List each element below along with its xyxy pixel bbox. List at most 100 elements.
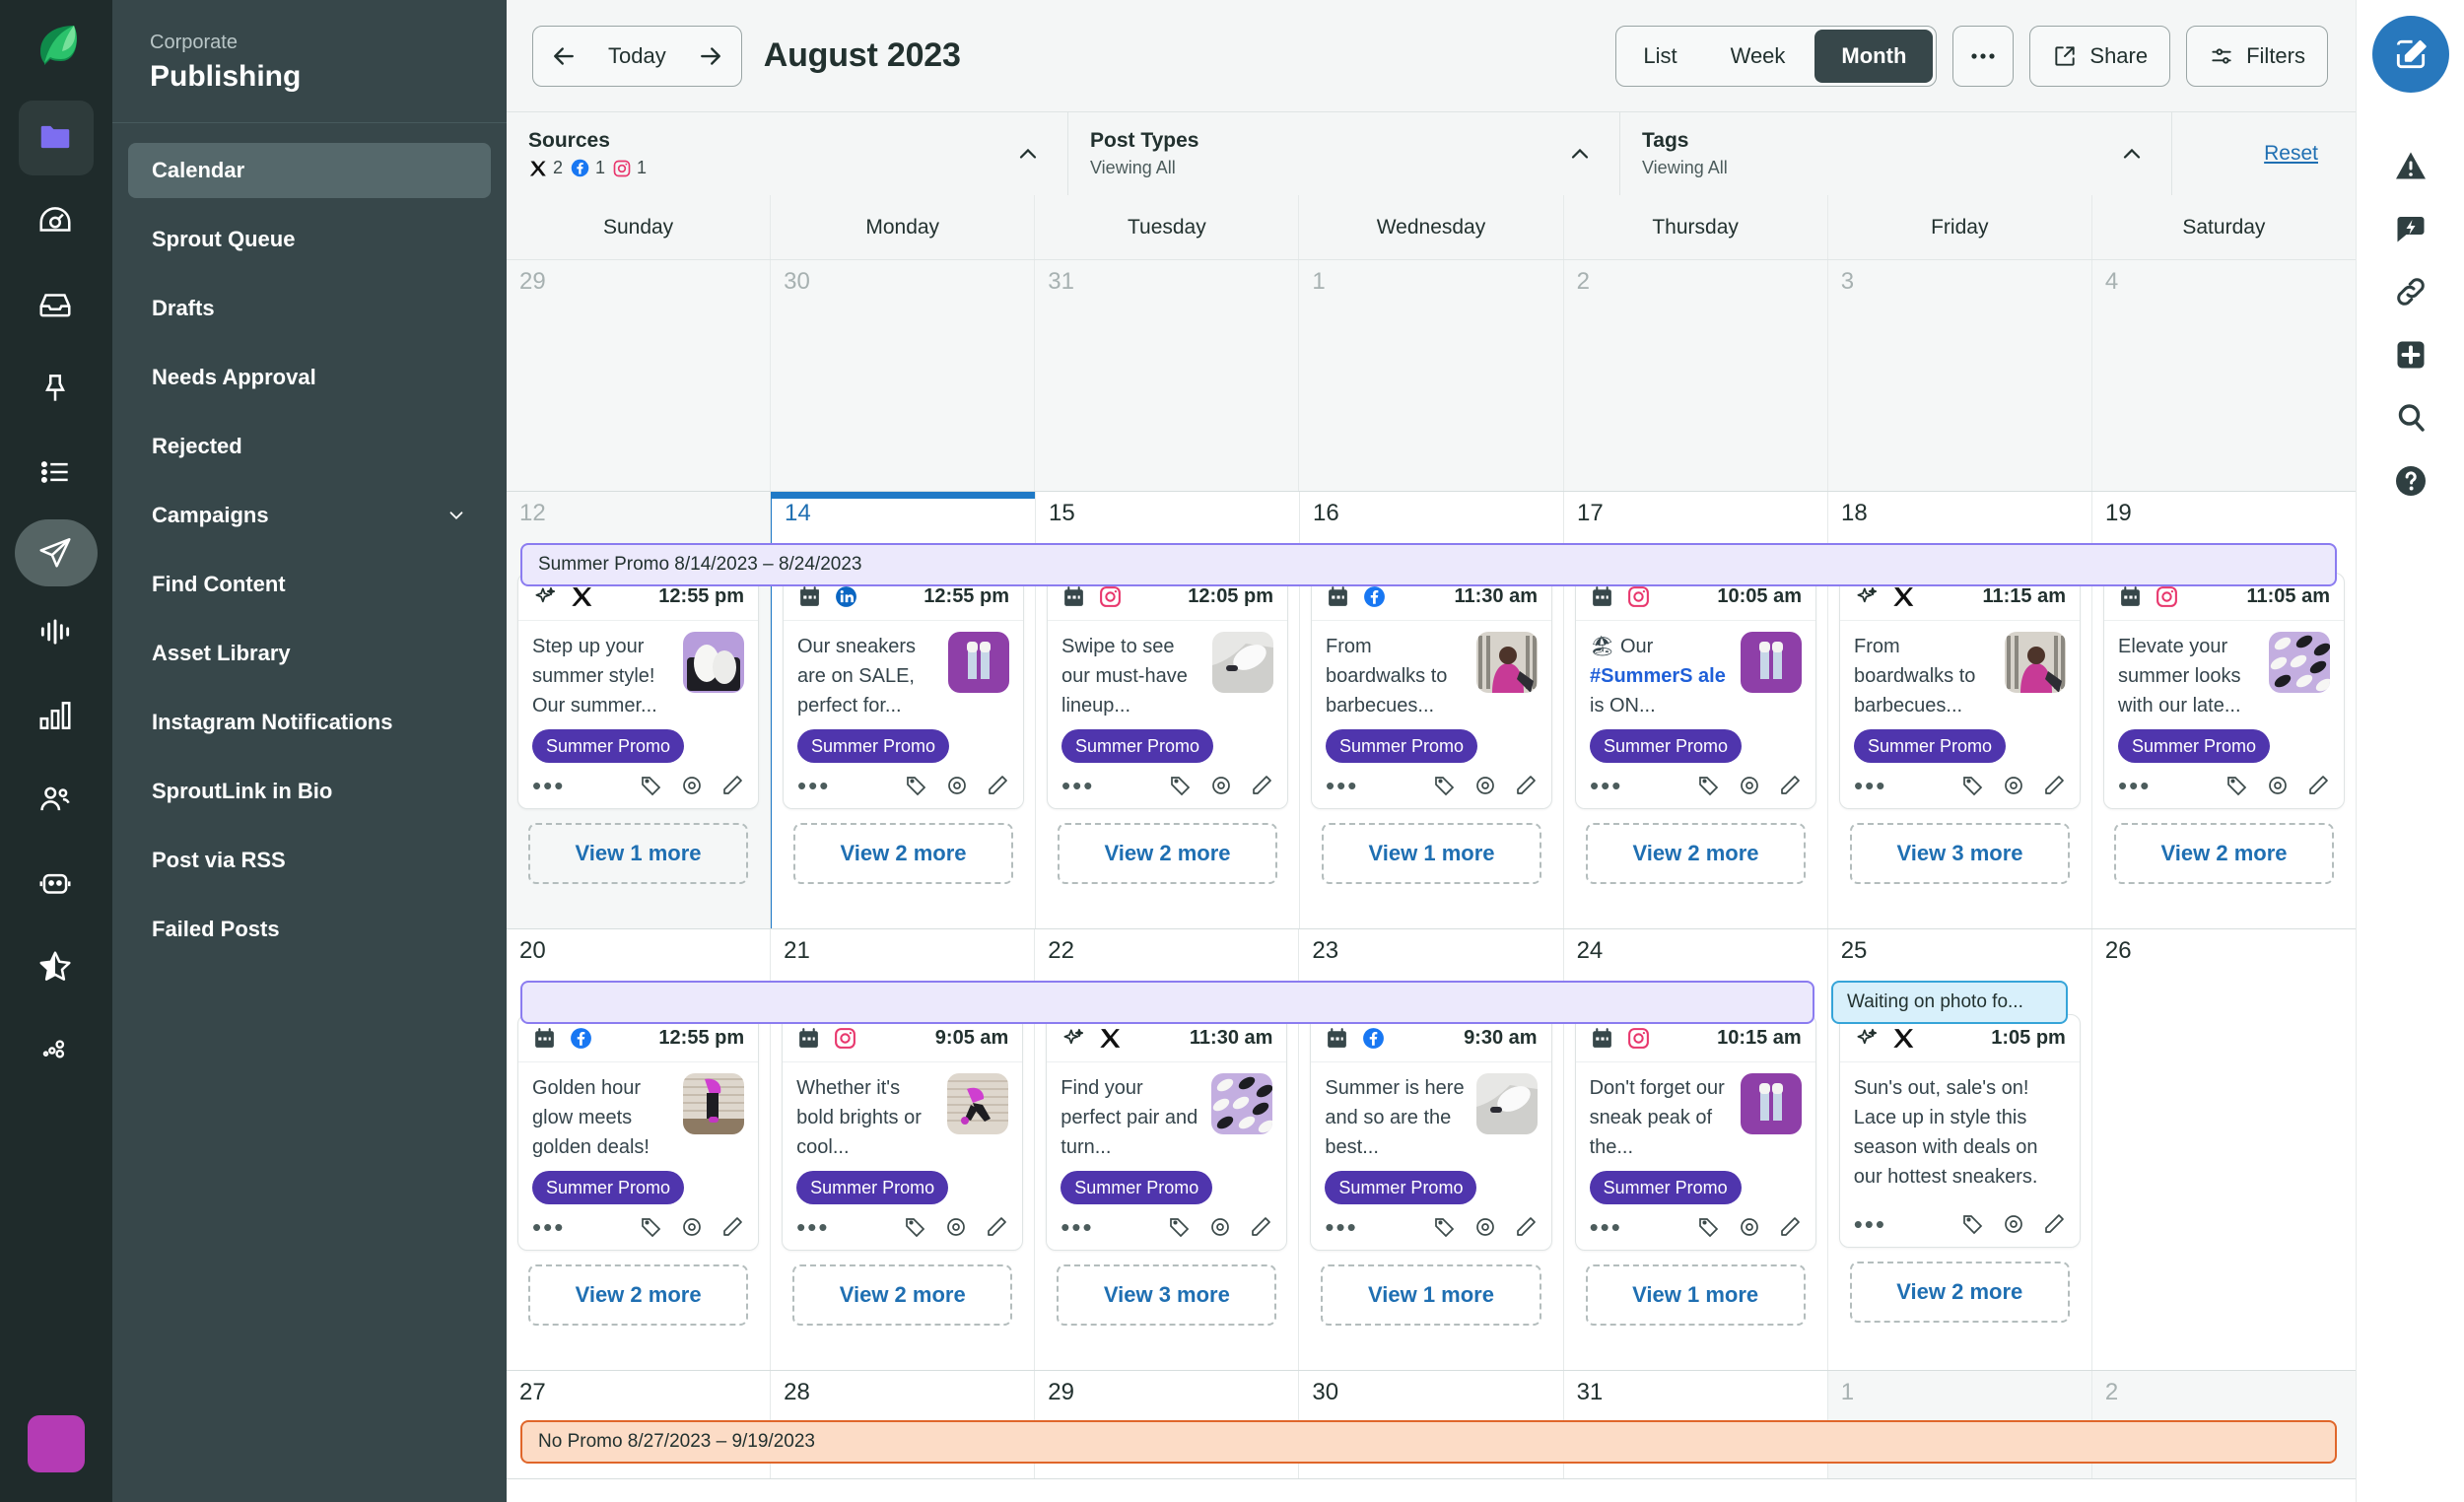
- preview-eye-icon[interactable]: [2266, 774, 2290, 797]
- edit-pencil-icon[interactable]: [720, 774, 744, 797]
- calendar-day-cell[interactable]: 3: [1827, 260, 2092, 491]
- preview-eye-icon[interactable]: [680, 1215, 704, 1239]
- rail-people-button[interactable]: [19, 763, 94, 838]
- post-tag-chip[interactable]: Summer Promo: [1061, 1171, 1213, 1204]
- tag-icon[interactable]: [1433, 774, 1457, 797]
- view-more-link[interactable]: View 2 more: [1586, 823, 1806, 884]
- view-more-link[interactable]: View 1 more: [1585, 1264, 1806, 1326]
- post-more-menu-icon[interactable]: •••: [532, 773, 565, 798]
- preview-eye-icon[interactable]: [2002, 1212, 2025, 1236]
- tag-icon[interactable]: [640, 1215, 663, 1239]
- reset-filters-link[interactable]: Reset: [2264, 142, 2318, 166]
- link-button[interactable]: [2393, 260, 2429, 323]
- compose-button[interactable]: [2371, 16, 2449, 93]
- rail-reports-button[interactable]: [19, 679, 94, 754]
- quick-chat-button[interactable]: [2393, 197, 2429, 260]
- sidebar-item-failed-posts[interactable]: Failed Posts: [128, 902, 491, 957]
- add-button[interactable]: [2393, 323, 2429, 386]
- calendar-day-cell[interactable]: 2: [1563, 260, 1828, 491]
- preview-eye-icon[interactable]: [1738, 1215, 1761, 1239]
- tag-icon[interactable]: [1168, 1215, 1192, 1239]
- chevron-up-icon[interactable]: [1014, 140, 1042, 168]
- tag-icon[interactable]: [1961, 1212, 1985, 1236]
- tag-icon[interactable]: [904, 1215, 927, 1239]
- edit-pencil-icon[interactable]: [986, 774, 1009, 797]
- chevron-up-icon[interactable]: [1566, 140, 1594, 168]
- sidebar-item-sprout-queue[interactable]: Sprout Queue: [128, 212, 491, 267]
- preview-eye-icon[interactable]: [945, 774, 969, 797]
- filter-tags[interactable]: Tags Viewing All: [1620, 112, 2172, 195]
- rail-inbox-button[interactable]: [19, 268, 94, 343]
- post-more-menu-icon[interactable]: •••: [1326, 773, 1358, 798]
- sidebar-item-needs-approval[interactable]: Needs Approval: [128, 350, 491, 405]
- view-more-link[interactable]: View 3 more: [1850, 823, 2070, 884]
- preview-eye-icon[interactable]: [680, 774, 704, 797]
- post-tag-chip[interactable]: Summer Promo: [2118, 729, 2271, 763]
- rail-star-button[interactable]: [19, 930, 94, 1005]
- post-tag-chip[interactable]: Summer Promo: [1326, 729, 1478, 763]
- preview-eye-icon[interactable]: [1473, 774, 1497, 797]
- post-card[interactable]: 11:15 am From boardwalks to barbecues...…: [1839, 573, 2081, 809]
- post-more-menu-icon[interactable]: •••: [1061, 773, 1094, 798]
- edit-pencil-icon[interactable]: [720, 1215, 744, 1239]
- post-tag-chip[interactable]: Summer Promo: [532, 729, 685, 763]
- view-more-link[interactable]: View 1 more: [1321, 1264, 1541, 1326]
- filter-post-types[interactable]: Post Types Viewing All: [1068, 112, 1620, 195]
- calendar-day-cell[interactable]: 4: [2091, 260, 2356, 491]
- edit-pencil-icon[interactable]: [2042, 1212, 2066, 1236]
- help-button[interactable]: [2393, 449, 2429, 512]
- view-more-link[interactable]: View 1 more: [528, 823, 748, 884]
- post-tag-chip[interactable]: Summer Promo: [1061, 729, 1214, 763]
- campaign-banner-no-promo[interactable]: No Promo 8/27/2023 – 9/19/2023: [520, 1420, 2337, 1464]
- view-more-link[interactable]: View 2 more: [792, 1264, 1013, 1326]
- post-more-menu-icon[interactable]: •••: [1854, 1211, 1886, 1237]
- post-card[interactable]: 9:05 am Whether it's bold brights or coo…: [782, 1014, 1024, 1251]
- edit-pencil-icon[interactable]: [1778, 1215, 1802, 1239]
- edit-pencil-icon[interactable]: [1249, 1215, 1272, 1239]
- chevron-up-icon[interactable]: [2118, 140, 2146, 168]
- calendar-day-cell[interactable]: 29: [507, 260, 772, 491]
- today-button[interactable]: Today: [594, 43, 680, 69]
- alerts-button[interactable]: [2393, 134, 2429, 197]
- preview-eye-icon[interactable]: [944, 1215, 968, 1239]
- calendar-day-cell[interactable]: 31: [1035, 260, 1300, 491]
- tag-icon[interactable]: [1169, 774, 1193, 797]
- rail-folder-icon-button[interactable]: [19, 101, 94, 175]
- sidebar-item-rejected[interactable]: Rejected: [128, 419, 491, 474]
- post-card[interactable]: 12:55 pm Our sneakers are on SALE, perfe…: [783, 573, 1024, 809]
- tab-list-view[interactable]: List: [1616, 27, 1703, 86]
- filter-sources[interactable]: Sources 2 1 1: [507, 112, 1068, 195]
- edit-pencil-icon[interactable]: [2306, 774, 2330, 797]
- calendar-day-cell[interactable]: 30: [771, 260, 1036, 491]
- view-more-link[interactable]: View 3 more: [1057, 1264, 1277, 1326]
- previous-month-button[interactable]: [533, 27, 594, 86]
- sidebar-item-calendar[interactable]: Calendar: [128, 143, 491, 198]
- filters-button[interactable]: Filters: [2186, 25, 2328, 87]
- post-card[interactable]: 10:15 am Don't forget our sneak peak of …: [1574, 1014, 1816, 1251]
- tag-icon[interactable]: [1961, 774, 1985, 797]
- view-more-link[interactable]: View 2 more: [1849, 1262, 2070, 1323]
- sidebar-item-instagram-notifications[interactable]: Instagram Notifications: [128, 695, 491, 750]
- sidebar-item-asset-library[interactable]: Asset Library: [128, 626, 491, 681]
- tag-icon[interactable]: [1697, 1215, 1721, 1239]
- view-more-link[interactable]: View 2 more: [793, 823, 1013, 884]
- post-card[interactable]: 10:05 am 🏖 Our #SummerS ale is ON... Sum…: [1575, 573, 1816, 809]
- rail-scatter-button[interactable]: [19, 1014, 94, 1089]
- post-tag-chip[interactable]: Summer Promo: [796, 1171, 949, 1204]
- tab-week-view[interactable]: Week: [1704, 27, 1813, 86]
- post-card[interactable]: 11:30 am Find your perfect pair and turn…: [1046, 1014, 1288, 1251]
- post-card[interactable]: 12:05 pm Swipe to see our must-have line…: [1047, 573, 1288, 809]
- avatar[interactable]: [28, 1415, 85, 1472]
- more-options-button[interactable]: [1952, 25, 2015, 87]
- post-more-menu-icon[interactable]: •••: [1854, 773, 1886, 798]
- post-tag-chip[interactable]: Summer Promo: [1589, 1171, 1742, 1204]
- view-more-link[interactable]: View 1 more: [1322, 823, 1541, 884]
- sidebar-item-post-via-rss[interactable]: Post via RSS: [128, 833, 491, 888]
- sidebar-item-find-content[interactable]: Find Content: [128, 557, 491, 612]
- tag-icon[interactable]: [905, 774, 928, 797]
- tag-icon[interactable]: [1697, 774, 1721, 797]
- tag-icon[interactable]: [2225, 774, 2249, 797]
- post-card[interactable]: 9:30 am Summer is here and so are the be…: [1310, 1014, 1552, 1251]
- preview-eye-icon[interactable]: [1738, 774, 1761, 797]
- post-tag-chip[interactable]: Summer Promo: [532, 1171, 685, 1204]
